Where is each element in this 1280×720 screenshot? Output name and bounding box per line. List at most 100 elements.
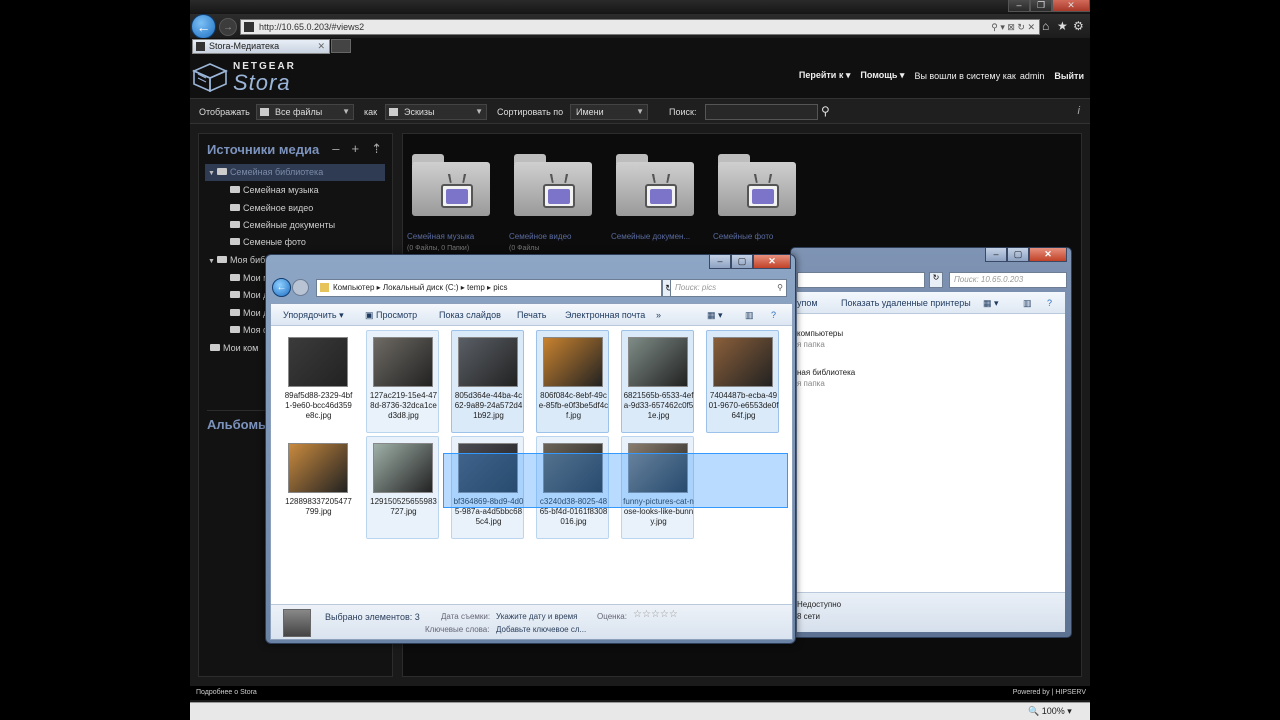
organize-button[interactable]: Упорядочить ▾: [283, 310, 344, 321]
explorer-window-network[interactable]: – ▢ ✕ ↻ Поиск: 10.65.0.203 упом Показать…: [790, 247, 1072, 638]
close-button[interactable]: ✕: [1052, 0, 1090, 12]
explorer-toolbar: Упорядочить ▾ ▣ Просмотр Показ слайдов П…: [271, 304, 792, 326]
print-button[interactable]: Печать: [517, 310, 546, 320]
view-icon[interactable]: ▦ ▾: [983, 298, 999, 309]
search-icon: ⚲: [777, 283, 783, 292]
help-icon[interactable]: ?: [1047, 298, 1052, 308]
file-item[interactable]: 89af5d88-2329-4bf1-9e60-bcc46d359e8c.jpg: [281, 330, 354, 433]
minimize-button[interactable]: –: [709, 255, 731, 269]
folder-icon: [230, 326, 240, 333]
address-bar[interactable]: http://10.65.0.203/#views2 ⚲ ▾ ⊠ ↻ ✕: [240, 19, 1040, 35]
search-input[interactable]: [705, 104, 818, 120]
close-button[interactable]: ✕: [1029, 248, 1067, 262]
image-icon: ▣: [365, 310, 374, 320]
file-item[interactable]: 7404487b-ecba-4901-9670-e6553de0f64f.jpg: [706, 330, 779, 433]
media-folder[interactable]: Семейная музыка (0 Файлы, 0 Папки): [407, 154, 507, 252]
email-button[interactable]: Электронная почта: [565, 310, 645, 320]
keywords-label: Ключевые слова:: [425, 625, 490, 634]
media-folder[interactable]: Семейное видео (0 Файлы: [509, 154, 609, 252]
toolbar-group[interactable]: упом: [797, 298, 818, 308]
folder-label: Семейные докумен...: [611, 232, 691, 241]
date-value[interactable]: Укажите дату и время: [496, 612, 578, 621]
back-button[interactable]: ←: [191, 14, 216, 39]
media-folder[interactable]: Семейные фото: [713, 154, 813, 244]
search-input[interactable]: Поиск: 10.65.0.203: [949, 272, 1067, 288]
selected-count: Выбрано элементов: 3: [325, 612, 420, 622]
logout-link[interactable]: Выйти: [1054, 71, 1084, 81]
search-icon[interactable]: ⚲: [821, 104, 830, 118]
address-tools-icon[interactable]: ⚲ ▾ ⊠ ↻ ✕: [991, 20, 1035, 34]
explorer-window-pics[interactable]: – ▢ ✕ ← Компьютер ▸ Локальный диск (C:) …: [265, 254, 796, 644]
restore-button[interactable]: ❐: [1030, 0, 1052, 12]
help-icon[interactable]: ?: [771, 310, 776, 320]
breadcrumb[interactable]: [797, 272, 925, 288]
minus-icon[interactable]: –: [332, 141, 339, 157]
expand-triangle-icon[interactable]: ▼: [208, 258, 215, 265]
show-select[interactable]: Все файлы ▼: [256, 104, 354, 120]
sidebar-item[interactable]: Семейное видео: [227, 200, 385, 217]
sort-select[interactable]: Имени ▼: [570, 104, 648, 120]
view-icon[interactable]: ▦ ▾: [707, 310, 723, 321]
new-tab-button[interactable]: [331, 39, 351, 53]
expand-triangle-icon[interactable]: ▼: [208, 170, 215, 177]
plus-icon[interactable]: +: [352, 141, 360, 157]
search-placeholder: Поиск: pics: [675, 283, 717, 292]
slideshow-button[interactable]: Показ слайдов: [439, 310, 501, 320]
help-menu[interactable]: Помощь ▾: [860, 70, 904, 81]
preview-button[interactable]: ▣ Просмотр: [365, 310, 417, 321]
file-name: 128898337205477799.jpg: [285, 497, 352, 516]
file-item[interactable]: 805d364e-44ba-4c62-9a89-24a572d41b92.jpg: [451, 330, 524, 433]
folder-sub: (0 Файлы, 0 Папки): [407, 245, 470, 252]
goto-menu[interactable]: Перейти к ▾: [799, 70, 851, 81]
file-name: 127ac219-15e4-478d-8736-32dca1ced3d8.jpg: [369, 391, 438, 420]
forward-button[interactable]: [292, 279, 309, 296]
star-icon[interactable]: ★: [1057, 19, 1068, 33]
maximize-button[interactable]: ▢: [731, 255, 753, 269]
close-icon[interactable]: ✕: [317, 40, 325, 53]
file-item[interactable]: 129150525655983727.jpg: [366, 436, 439, 539]
more-button[interactable]: »: [656, 310, 661, 320]
maximize-button[interactable]: ▢: [1007, 248, 1029, 262]
upload-icon[interactable]: ⇡: [371, 141, 382, 157]
view-value: Эскизы: [404, 107, 435, 117]
file-item[interactable]: 128898337205477799.jpg: [281, 436, 354, 539]
view-select[interactable]: Эскизы ▼: [385, 104, 487, 120]
about-link[interactable]: Подробнее о Stora: [196, 689, 257, 696]
rating-stars[interactable]: ☆☆☆☆☆: [633, 609, 678, 620]
arrow-right-icon: →: [223, 21, 233, 33]
sidebar-item[interactable]: Семейная музыка: [227, 182, 385, 199]
tv-antenna: [651, 174, 671, 183]
close-button[interactable]: ✕: [753, 255, 791, 269]
minimize-button[interactable]: –: [1008, 0, 1030, 12]
search-input[interactable]: Поиск: pics ⚲: [670, 279, 787, 297]
file-item[interactable]: 806f084c-8ebf-49ce-85fb-e0f3be5df4cf.jpg: [536, 330, 609, 433]
tab-label: Stora-Медиатека: [209, 41, 280, 51]
keywords-value[interactable]: Добавьте ключевое сл...: [496, 625, 586, 634]
minimize-button[interactable]: –: [985, 248, 1007, 262]
zoom-level[interactable]: 🔍 100% ▾: [1028, 706, 1072, 717]
sidebar-item[interactable]: ▼ Семейная библиотека: [205, 164, 385, 181]
refresh-icon[interactable]: ↻: [929, 272, 943, 288]
gear-icon[interactable]: ⚙: [1073, 19, 1084, 33]
sidebar-item[interactable]: Семейные документы: [227, 217, 385, 234]
back-button[interactable]: ←: [272, 278, 291, 297]
powered-by: Powered by | HIPSERV: [1012, 689, 1086, 696]
header-menu: Перейти к ▾ Помощь ▾ Вы вошли в систему …: [799, 70, 1084, 81]
explorer-content: упом Показать удаленные принтеры ▦ ▾ ▥ ?…: [797, 292, 1065, 632]
file-item[interactable]: 6821565b-6533-4efa-9d33-657462c0f51e.jpg: [621, 330, 694, 433]
info-icon[interactable]: i: [1078, 105, 1080, 117]
explorer-navbar: ← Компьютер ▸ Локальный диск (C:) ▸ temp…: [270, 277, 791, 299]
file-item[interactable]: 127ac219-15e4-478d-8736-32dca1ced3d8.jpg: [366, 330, 439, 433]
pane-icon[interactable]: ▥: [745, 310, 754, 321]
breadcrumb[interactable]: Компьютер ▸ Локальный диск (C:) ▸ temp ▸…: [316, 279, 662, 297]
media-folder[interactable]: Семейные докумен...: [611, 154, 711, 244]
forward-button[interactable]: →: [219, 18, 237, 36]
show-printers-button[interactable]: Показать удаленные принтеры: [841, 298, 971, 308]
goto-label: Перейти к: [798, 70, 844, 80]
tab-stora[interactable]: Stora-Медиатека ✕: [192, 39, 330, 54]
network: 8 сети: [797, 612, 820, 621]
pane-icon[interactable]: ▥: [1023, 298, 1032, 309]
logged-in-text: Вы вошли в систему как: [914, 70, 1016, 81]
sidebar-item[interactable]: Семеные фото: [227, 234, 385, 251]
home-icon[interactable]: ⌂: [1042, 19, 1049, 33]
